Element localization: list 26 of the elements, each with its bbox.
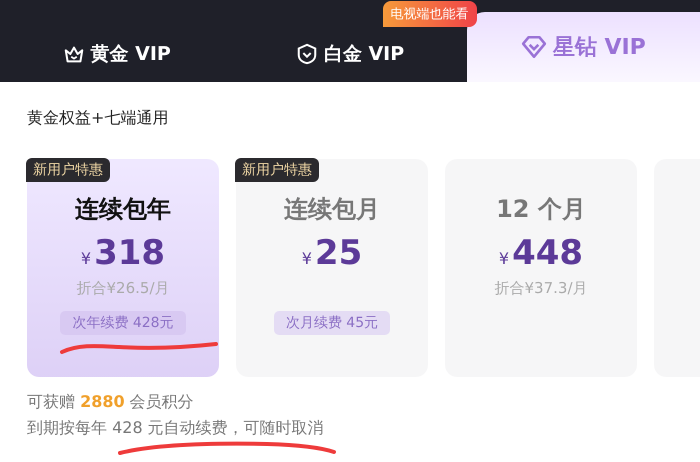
plan-price: 25 <box>314 233 362 273</box>
renewal-tag: 次月续费 45元 <box>274 311 390 335</box>
monthly-price: 折合¥37.3/月 <box>494 279 588 299</box>
vip-tab[interactable]: 黄金 VIP <box>0 26 234 82</box>
plan-card[interactable]: 12 个月 ¥448 折合¥37.3/月 <box>445 159 637 377</box>
currency-sign: ¥ <box>302 249 312 268</box>
currency-sign: ¥ <box>80 249 92 268</box>
promo-badge: 电视端也能看 <box>382 1 477 27</box>
renewal-note: 到期按每年 428 元自动续费，可随时取消 <box>27 417 325 439</box>
renewal-tag: 次年续费 428元 <box>60 311 186 335</box>
plan-price: 448 <box>512 233 584 273</box>
renewal-note: 可获赠 2880 会员积分 <box>27 391 195 413</box>
new-user-badge: 新用户特惠 <box>235 158 319 182</box>
plan-card[interactable]: 新用户特惠 连续包月 ¥25 次月续费 45元 <box>236 159 428 377</box>
new-user-badge: 新用户特惠 <box>26 158 110 182</box>
shield-icon <box>296 43 318 65</box>
vip-tab[interactable]: 白金 VIP <box>233 26 467 82</box>
plan-title: 连续包年 <box>75 194 171 225</box>
plan-title: 12 个月 <box>496 194 586 225</box>
currency-sign: ¥ <box>498 249 510 268</box>
benefit-text: 黄金权益+七端通用 <box>27 108 170 129</box>
monthly-price: 折合¥26.5/月 <box>76 279 170 299</box>
plan-card[interactable]: 新用户特惠 连续包年 ¥318 折合¥26.5/月 次年续费 428元 <box>27 159 219 377</box>
plan-price: 318 <box>94 233 166 273</box>
plan-title: 连续包月 <box>284 194 380 225</box>
diamond-icon <box>520 34 547 60</box>
